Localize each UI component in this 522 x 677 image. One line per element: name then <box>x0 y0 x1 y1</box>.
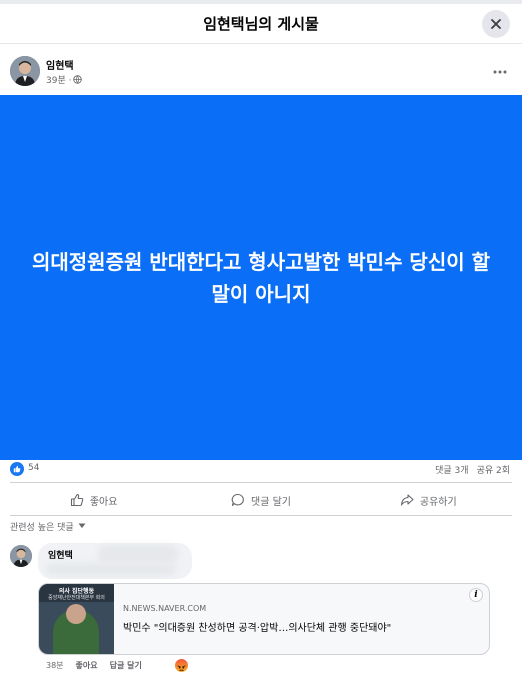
blurred-text <box>98 545 178 563</box>
comment-bubble-icon <box>231 493 244 507</box>
chevron-down-icon <box>78 523 86 528</box>
dialog-header: 임현택님의 게시물 <box>0 4 522 44</box>
more-icon <box>493 70 507 74</box>
comment-sort-dropdown[interactable]: 관련성 높은 댓글 <box>10 518 86 534</box>
globe-icon <box>73 75 83 84</box>
link-preview-card[interactable]: 의사 집단행동 중앙재난안전대책본부 회의 N.NEWS.NAVER.COM 박… <box>38 583 490 655</box>
commenter-name[interactable]: 임현택 <box>48 548 73 561</box>
share-button[interactable]: 공유하기 <box>345 486 512 514</box>
dialog-title: 임현택님의 게시물 <box>203 15 319 33</box>
info-button[interactable]: i <box>469 588 483 602</box>
author-name[interactable]: 임현택 <box>46 57 74 72</box>
thumbs-up-icon <box>70 493 84 507</box>
info-icon: i <box>474 590 478 600</box>
link-info: N.NEWS.NAVER.COM 박민수 "의대증원 찬성하면 공격·압박…의사… <box>123 604 481 634</box>
like-reaction-badge[interactable] <box>10 462 24 476</box>
avatar-image <box>10 56 40 86</box>
post-engagement: 댓글 3개 공유 2회 <box>435 463 510 476</box>
share-arrow-icon <box>400 494 414 506</box>
link-domain: N.NEWS.NAVER.COM <box>123 604 207 613</box>
commenter-avatar[interactable] <box>10 545 32 567</box>
comment-time[interactable]: 38분 <box>46 660 64 671</box>
thumbnail-subcaption: 중앙재난안전대책본부 회의 <box>48 595 105 601</box>
post-content: 의대정원증원 반대한다고 형사고발한 박민수 당신이 할 말이 아니지 <box>0 95 522 460</box>
comment-bubble: 임현택 <box>38 543 192 579</box>
comment-reply-button[interactable]: 답글 달기 <box>110 660 142 671</box>
post-actions: 좋아요 댓글 달기 공유하기 <box>10 486 512 514</box>
like-count[interactable]: 54 <box>28 463 39 473</box>
close-button[interactable] <box>482 10 510 38</box>
more-options-button[interactable] <box>488 62 512 82</box>
divider <box>10 515 512 516</box>
post-text: 의대정원증원 반대한다고 형사고발한 박민수 당신이 할 말이 아니지 <box>31 249 490 306</box>
angry-face <box>177 665 186 672</box>
close-icon <box>491 19 501 29</box>
share-count[interactable]: 공유 2회 <box>477 463 510 476</box>
comment-button[interactable]: 댓글 달기 <box>177 486 344 514</box>
avatar-image <box>10 545 32 567</box>
link-title: 박민수 "의대증원 찬성하면 공격·압박…의사단체 관행 중단돼야" <box>123 623 392 634</box>
angry-reaction-icon[interactable] <box>175 659 188 672</box>
link-thumbnail: 의사 집단행동 중앙재난안전대책본부 회의 <box>39 584 114 654</box>
post-stats: 54 댓글 3개 공유 2회 <box>10 460 512 480</box>
thumbs-up-icon <box>13 465 21 473</box>
post-meta: 39분 · <box>46 73 83 86</box>
comment-count[interactable]: 댓글 3개 <box>435 463 468 476</box>
comment-sort-label: 관련성 높은 댓글 <box>10 522 74 533</box>
blurred-text <box>46 563 176 575</box>
comment-like-button[interactable]: 좋아요 <box>76 660 98 671</box>
divider <box>10 482 512 483</box>
like-label: 좋아요 <box>89 496 118 508</box>
comment-actions: 38분 좋아요 답글 달기 <box>46 660 142 671</box>
thumbnail-banner: 의사 집단행동 중앙재난안전대책본부 회의 <box>39 584 114 602</box>
like-button[interactable]: 좋아요 <box>10 486 177 514</box>
comment-label: 댓글 달기 <box>251 496 291 508</box>
post-time[interactable]: 39분 · <box>46 73 71 86</box>
thumbnail-person-head <box>66 604 86 624</box>
post-author-row: 임현택 39분 · <box>10 56 512 88</box>
share-label: 공유하기 <box>419 496 457 508</box>
author-avatar[interactable] <box>10 56 40 86</box>
